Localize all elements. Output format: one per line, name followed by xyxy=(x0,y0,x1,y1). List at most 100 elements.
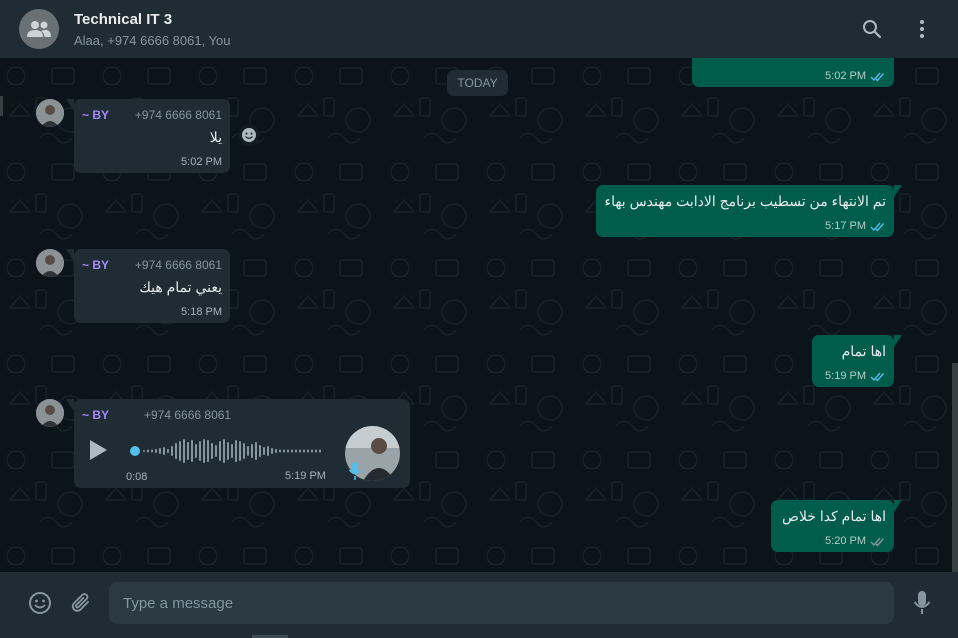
chat-members[interactable]: Alaa, +974 6666 8061, You xyxy=(74,33,231,48)
waveform-bar xyxy=(215,445,217,457)
message-text: تم الانتهاء من تسطيب برنامج الادابت مهند… xyxy=(604,193,886,209)
sender-phone: +974 6666 8061 xyxy=(144,408,232,422)
message-text: اها تمام كدا خلاص xyxy=(782,508,886,524)
message-text: يعني تمام هيك xyxy=(139,279,222,295)
voice-message-bubble[interactable]: ~ BY +974 6666 8061 0:08 5:19 PM xyxy=(66,399,410,488)
waveform-bar xyxy=(187,442,189,460)
bubble-tail xyxy=(894,185,902,197)
scroll-indicator xyxy=(0,96,3,116)
waveform-bar xyxy=(247,446,249,456)
waveform-bar xyxy=(235,440,237,462)
bubble-tail xyxy=(66,399,74,411)
waveform-bar xyxy=(271,448,273,454)
message-time: 5:19 PM xyxy=(825,370,866,382)
message-time: 5:02 PM xyxy=(825,70,866,82)
waveform-bar xyxy=(151,449,153,453)
read-ticks-icon xyxy=(870,222,885,232)
waveform-bar xyxy=(231,444,233,458)
waveform-bar xyxy=(279,449,281,453)
menu-dots-icon[interactable] xyxy=(910,17,934,41)
waveform-bar xyxy=(223,439,225,463)
waveform-bar xyxy=(163,447,165,455)
attach-icon[interactable] xyxy=(68,590,94,616)
waveform-bar xyxy=(315,449,317,453)
read-ticks-icon xyxy=(870,72,885,82)
waveform-progress-dot[interactable] xyxy=(130,446,140,456)
message-time: 5:19 PM xyxy=(285,470,326,482)
waveform-bar xyxy=(275,449,277,453)
waveform-bar xyxy=(147,449,149,453)
message-time: 5:18 PM xyxy=(181,306,222,318)
waveform-bar xyxy=(259,445,261,457)
reaction-button[interactable] xyxy=(238,124,260,146)
message-time: 5:17 PM xyxy=(825,220,866,232)
smiley-icon xyxy=(242,128,256,142)
sender-phone: +974 6666 8061 xyxy=(134,258,222,272)
waveform-bar xyxy=(307,449,309,453)
scrollbar[interactable] xyxy=(952,363,958,572)
message-bubble-outgoing[interactable]: 5:02 PM xyxy=(692,58,894,87)
sender-name[interactable]: ~ BY xyxy=(82,108,109,122)
voice-duration: 0:08 xyxy=(126,471,148,483)
search-icon[interactable] xyxy=(860,17,884,41)
waveform-bar xyxy=(143,450,145,452)
waveform-bar xyxy=(179,441,181,461)
group-avatar[interactable] xyxy=(19,9,59,49)
sender-avatar[interactable] xyxy=(36,399,64,427)
waveform-bar xyxy=(155,449,157,453)
sender-name[interactable]: ~ BY xyxy=(82,258,109,272)
read-ticks-icon xyxy=(870,372,885,382)
waveform-bar xyxy=(303,449,305,453)
waveform-bar xyxy=(267,446,269,456)
bubble-tail xyxy=(66,99,74,111)
waveform-bar xyxy=(251,444,253,458)
message-time: 5:20 PM xyxy=(825,535,866,547)
waveform-bar xyxy=(287,449,289,453)
waveform-bar xyxy=(243,443,245,459)
message-list[interactable]: 5:02 PM TODAY ~ BY +974 6666 8061 يلا 5:… xyxy=(0,58,958,572)
message-bubble-outgoing[interactable]: اها تمام كدا خلاص 5:20 PM xyxy=(771,500,902,552)
waveform-bar xyxy=(203,439,205,463)
chat-title[interactable]: Technical IT 3 xyxy=(74,11,172,28)
message-text: اها تمام xyxy=(841,343,886,359)
bubble-tail xyxy=(66,249,74,261)
bubble-tail xyxy=(894,500,902,512)
waveform-bar xyxy=(319,449,321,453)
waveform-bar xyxy=(159,448,161,454)
sender-phone: +974 6666 8061 xyxy=(134,108,222,122)
waveform-bar xyxy=(239,441,241,461)
waveform-bar xyxy=(211,443,213,459)
composer-bar xyxy=(0,572,958,638)
waveform-bar xyxy=(263,447,265,455)
waveform-bar xyxy=(175,443,177,459)
voice-waveform[interactable] xyxy=(129,437,321,465)
message-input[interactable] xyxy=(109,582,894,624)
chat-header: Technical IT 3 Alaa, +974 6666 8061, You xyxy=(0,0,958,58)
play-icon[interactable] xyxy=(88,439,108,461)
waveform-bar xyxy=(171,446,173,456)
message-bubble-outgoing[interactable]: اها تمام 5:19 PM xyxy=(812,335,902,387)
sender-name[interactable]: ~ BY xyxy=(82,408,109,422)
waveform-bar xyxy=(195,444,197,458)
waveform-bar xyxy=(299,449,301,453)
emoji-icon[interactable] xyxy=(27,590,53,616)
waveform-bar xyxy=(167,449,169,453)
waveform-bar xyxy=(219,441,221,461)
message-bubble-incoming[interactable]: ~ BY +974 6666 8061 يلا 5:02 PM xyxy=(66,99,230,173)
waveform-bar xyxy=(255,442,257,460)
message-time: 5:02 PM xyxy=(181,156,222,168)
waveform-bar xyxy=(207,440,209,462)
waveform-bar xyxy=(199,441,201,461)
microphone-icon[interactable] xyxy=(909,590,935,616)
message-bubble-incoming[interactable]: ~ BY +974 6666 8061 يعني تمام هيك 5:18 P… xyxy=(66,249,230,323)
waveform-bar xyxy=(183,439,185,463)
sender-avatar[interactable] xyxy=(36,99,64,127)
message-bubble-outgoing[interactable]: تم الانتهاء من تسطيب برنامج الادابت مهند… xyxy=(596,185,902,237)
sender-avatar[interactable] xyxy=(36,249,64,277)
waveform-bar xyxy=(311,449,313,453)
waveform-bar xyxy=(291,449,293,453)
date-divider: TODAY xyxy=(447,70,508,96)
waveform-bar xyxy=(191,440,193,462)
read-ticks-icon xyxy=(870,537,885,547)
message-text: يلا xyxy=(209,129,222,145)
